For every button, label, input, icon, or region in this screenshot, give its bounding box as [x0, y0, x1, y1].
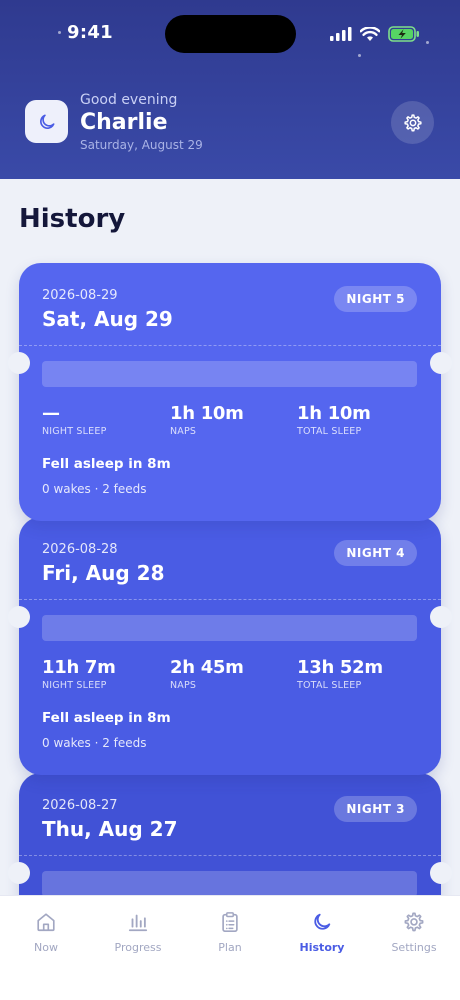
stat-total-sleep: 1h 10m TOTAL SLEEP — [297, 403, 371, 437]
tab-label: History — [299, 941, 345, 954]
sleep-latency: Fell asleep in 8m — [42, 456, 171, 472]
gear-icon — [403, 113, 422, 131]
stat-label: NIGHT SLEEP — [42, 426, 107, 437]
stat-night-sleep: 11h 7m NIGHT SLEEP — [42, 657, 116, 691]
card-iso-date: 2026-08-29 — [42, 288, 118, 303]
sleep-timeline-bar — [42, 615, 417, 641]
stat-label: NAPS — [170, 680, 197, 691]
tab-history[interactable]: History — [276, 896, 368, 1000]
card-divider — [19, 345, 441, 346]
page-title: History — [19, 204, 126, 234]
stat-label: NAPS — [170, 426, 197, 437]
tab-plan[interactable]: Plan — [184, 896, 276, 1000]
home-icon — [34, 910, 58, 934]
greeting-text: Good evening — [80, 92, 178, 108]
card-day-label: Sat, Aug 29 — [42, 307, 173, 331]
stat-label: NIGHT SLEEP — [42, 680, 107, 691]
tab-label: Progress — [114, 941, 162, 954]
stat-night-sleep: — NIGHT SLEEP — [42, 403, 107, 437]
night-badge: NIGHT 5 — [334, 286, 417, 312]
card-divider — [19, 599, 441, 600]
history-card[interactable]: 2026-08-28 Fri, Aug 28 NIGHT 4 11h 7m NI… — [8, 517, 452, 775]
cellular-signal-icon — [330, 27, 352, 41]
user-name: Charlie — [80, 110, 168, 135]
stat-label: TOTAL SLEEP — [297, 680, 362, 691]
status-bar-icons — [330, 24, 420, 44]
card-day-label: Fri, Aug 28 — [42, 561, 165, 585]
bar-chart-icon — [126, 910, 150, 934]
stat-naps: 1h 10m NAPS — [170, 403, 244, 437]
card-iso-date: 2026-08-28 — [42, 542, 118, 557]
stat-label: TOTAL SLEEP — [297, 426, 362, 437]
ticket-notch-right — [430, 606, 452, 628]
tab-now[interactable]: Now — [0, 896, 92, 1000]
sleep-timeline-bar — [42, 361, 417, 387]
stat-value: — — [42, 403, 60, 424]
tab-label: Now — [34, 941, 58, 954]
ticket-notch-left — [8, 606, 30, 628]
status-bar-time: 9:41 — [67, 22, 113, 43]
settings-button[interactable] — [391, 101, 434, 144]
ticket-notch-left — [8, 352, 30, 374]
night-badge: NIGHT 3 — [334, 796, 417, 822]
stat-naps: 2h 45m NAPS — [170, 657, 244, 691]
sleep-timeline-bar — [42, 871, 417, 897]
tab-label: Settings — [391, 941, 437, 954]
dynamic-island — [165, 15, 296, 53]
card-iso-date: 2026-08-27 — [42, 798, 118, 813]
battery-charging-icon — [388, 26, 419, 42]
night-events: 0 wakes · 2 feeds — [42, 736, 147, 750]
card-divider — [19, 855, 441, 856]
current-date: Saturday, August 29 — [80, 138, 203, 152]
stat-value: 1h 10m — [170, 403, 244, 424]
moon-icon — [310, 910, 334, 934]
app-logo — [25, 100, 68, 143]
night-badge: NIGHT 4 — [334, 540, 417, 566]
sleep-latency: Fell asleep in 8m — [42, 710, 171, 726]
ticket-notch-right — [430, 352, 452, 374]
stat-value: 11h 7m — [42, 657, 116, 678]
ticket-notch-right — [430, 862, 452, 884]
gear-icon — [402, 910, 426, 934]
tab-label: Plan — [218, 941, 242, 954]
tab-settings[interactable]: Settings — [368, 896, 460, 1000]
app-header: 9:41 Good evening Charlie Saturday, Augu… — [0, 0, 460, 179]
tab-progress[interactable]: Progress — [92, 896, 184, 1000]
moon-icon — [39, 114, 55, 129]
stat-value: 1h 10m — [297, 403, 371, 424]
stat-total-sleep: 13h 52m TOTAL SLEEP — [297, 657, 383, 691]
ticket-notch-left — [8, 862, 30, 884]
night-events: 0 wakes · 2 feeds — [42, 482, 147, 496]
stat-value: 2h 45m — [170, 657, 244, 678]
bottom-tab-bar: Now Progress Plan History Settings — [0, 895, 460, 1000]
card-day-label: Thu, Aug 27 — [42, 817, 178, 841]
stat-value: 13h 52m — [297, 657, 383, 678]
history-card[interactable]: 2026-08-29 Sat, Aug 29 NIGHT 5 — NIGHT S… — [8, 263, 452, 521]
clipboard-icon — [218, 910, 242, 934]
wifi-icon — [360, 26, 380, 41]
